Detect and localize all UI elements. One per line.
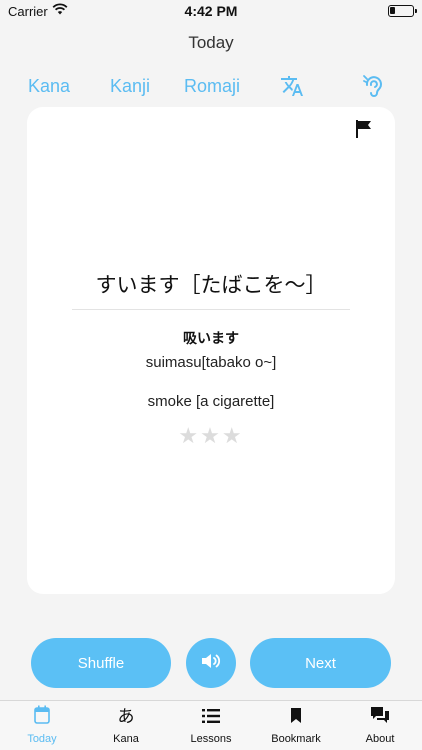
list-icon [202, 708, 220, 727]
tab-kana[interactable]: Kana [28, 76, 70, 97]
kanji-word: 吸います [183, 331, 239, 347]
page-title: Today [188, 33, 234, 52]
tabbar-label: About [365, 733, 395, 745]
status-time: 4:42 PM [184, 3, 238, 19]
tabbar-item-bookmark[interactable]: Bookmark [266, 701, 326, 750]
tabbar-label: Kana [113, 733, 139, 745]
bookmark-icon [290, 707, 302, 727]
tab-bar: Today あ Kana Lessons Bookmark About [0, 700, 422, 750]
english-meaning: smoke [a cigarette] [147, 393, 275, 410]
shuffle-button[interactable]: Shuffle [31, 638, 171, 688]
tabbar-label: Lessons [190, 733, 232, 745]
tabbar-label: Bookmark [271, 733, 321, 745]
tab-romaji[interactable]: Romaji [184, 76, 240, 97]
tabbar-item-today[interactable]: Today [18, 701, 66, 750]
tab-kanji[interactable]: Kanji [110, 76, 150, 97]
chat-bubbles-icon [370, 706, 390, 727]
next-button[interactable]: Next [250, 638, 391, 688]
speaker-icon [201, 653, 221, 673]
flash-card[interactable]: すいます［たばこを～］ 吸います suimasu[tabako o~] smok… [27, 107, 395, 594]
kana-word: すいます［たばこを～］ [95, 273, 327, 297]
mode-tabs: Kana Kanji Romaji [0, 72, 422, 102]
tabbar-item-kana[interactable]: あ Kana [103, 701, 149, 750]
battery-icon [388, 5, 417, 17]
tabbar-item-about[interactable]: About [358, 701, 402, 750]
translate-icon[interactable] [280, 74, 304, 103]
tabbar-label: Today [27, 733, 57, 745]
tabbar-item-lessons[interactable]: Lessons [186, 701, 236, 750]
romaji-word: suimasu[tabako o~] [145, 354, 277, 371]
flag-icon[interactable] [355, 119, 373, 143]
hiragana-a-icon: あ [117, 707, 135, 726]
sound-button[interactable] [186, 638, 236, 688]
status-bar: Carrier 4:42 PM [0, 0, 422, 24]
hearing-icon[interactable] [362, 73, 384, 102]
star-rating[interactable]: ★★★ [27, 424, 395, 449]
divider [72, 309, 350, 310]
calendar-icon [34, 705, 50, 727]
